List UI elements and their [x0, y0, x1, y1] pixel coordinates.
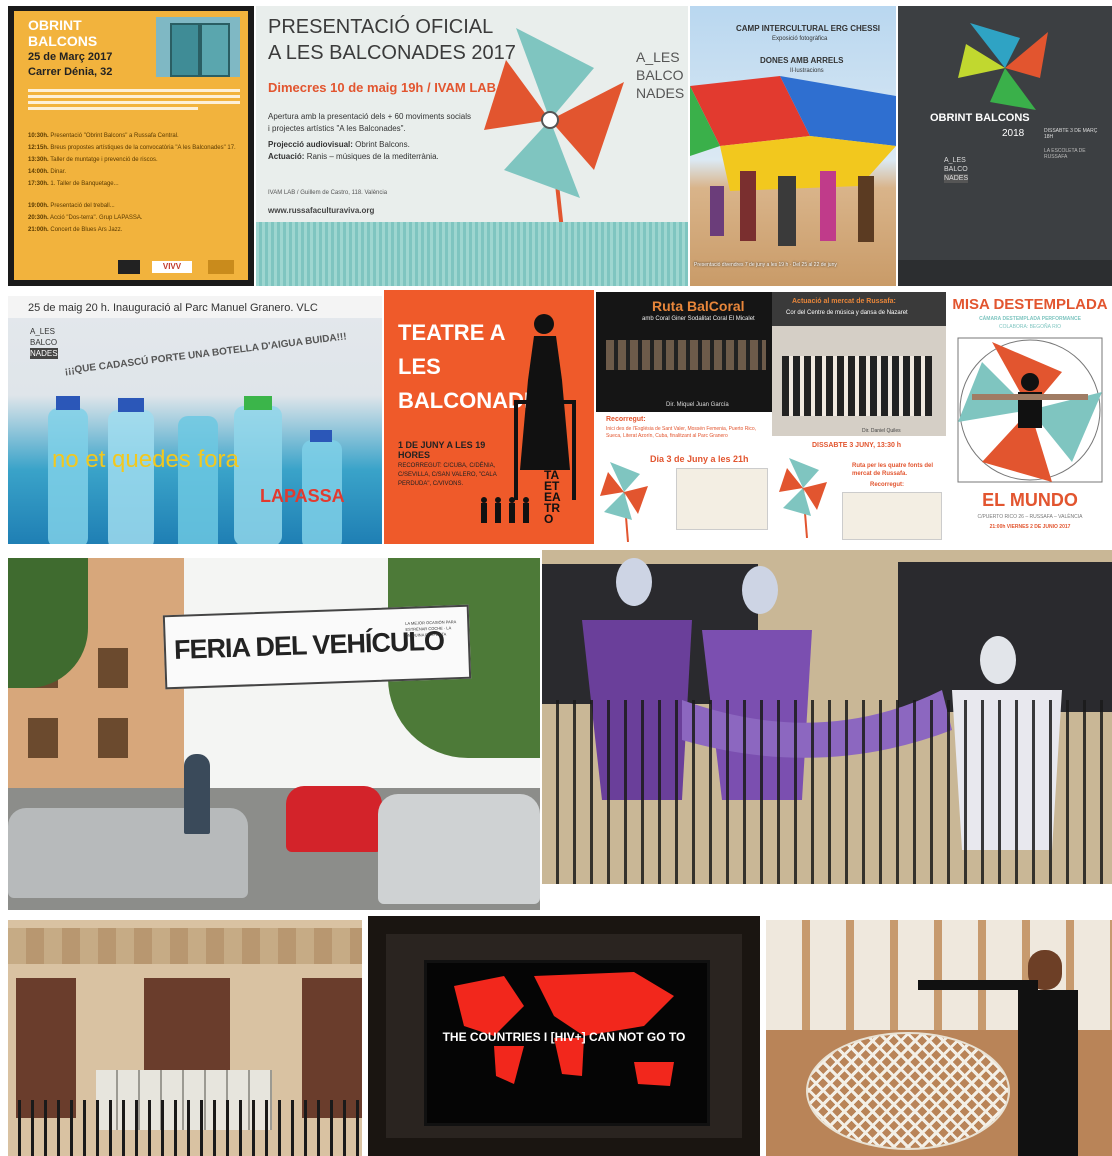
poster4-brand: A_LES BALCO NADES	[944, 157, 969, 183]
poster9-subtitle: CÁMARA DESTEMPLADA PERFORMANCE	[979, 316, 1081, 322]
window-frame	[368, 916, 760, 1156]
poster8-subtitle: Cor del Centre de música y dansa de Naza…	[786, 310, 908, 316]
railing	[8, 1100, 362, 1156]
poster-misa-destemplada: MISA DESTEMPLADA CÁMARA DESTEMPLADA PERF…	[948, 292, 1112, 544]
poster8-map	[842, 492, 942, 540]
poster9-date: 21:00h VIERNES 2 DE JUNIO 2017	[989, 524, 1071, 530]
photo-facade-tiles	[8, 920, 362, 1156]
poster1-title: OBRINT BALCONS	[28, 17, 98, 49]
poster9-address: C/PUERTO RICO 26 – RUSSAFA – VALÈNCIA	[977, 514, 1083, 520]
pedestrian	[184, 754, 210, 834]
poster4-place: LA ESCOLETA DE RUSSAFA	[1044, 148, 1086, 160]
car-silver-right	[378, 794, 540, 904]
poster8-date: DISSABTE 3 JUNY, 13:30 h	[812, 442, 902, 449]
poster5-big-text: no et quedes fora	[52, 446, 239, 473]
poster3-title2: DONES AMB ARRELS	[760, 56, 844, 65]
poster1-schedule: 10:30h. Presentació "Obrint Balcons" a R…	[28, 133, 236, 233]
poster8-director: Dir. Daniel Quiles	[862, 428, 901, 434]
window-right	[302, 978, 362, 1118]
pinwheel-icon	[484, 28, 624, 230]
banner-small: LA MEJOR OCASIÓN PARA ESTRENAR COCHE · L…	[405, 619, 457, 638]
poster3-footer: Presentació divendres 7 de juny a les 19…	[694, 262, 837, 268]
wrought-iron-railing	[542, 700, 1112, 884]
banner: FERIA DEL VEHÍCULO LA MEJOR OCASIÓN PARA…	[162, 604, 472, 690]
poster1-logos: VIVV	[118, 260, 238, 274]
poster2-projection: Projecció audiovisual: Obrint Balcons.	[268, 140, 410, 149]
poster-mercat-russafa: Actuació al mercat de Russafa: Cor del C…	[772, 292, 946, 544]
vitruvian-pinwheel	[957, 337, 1103, 483]
poster4-title: OBRINT BALCONS	[930, 112, 1030, 124]
poster-teatre: TEATRE A LES BALCONADES 1 DE JUNY A LES …	[384, 290, 594, 544]
poster2-title2: A LES BALCONADES 2017	[268, 42, 516, 64]
poster9-title: MISA DESTEMPLADA	[952, 296, 1108, 313]
photo-hiv-screen: THE COUNTRIES I [HIV+] CAN NOT GO TO	[368, 916, 760, 1156]
poster6-route: RECORREGUT: C/CUBA, C/DÉNIA, C/SEVILLA, …	[398, 463, 497, 487]
woman	[918, 950, 1098, 1156]
poster9-collab: COLABORA: BEGOÑA RIO	[999, 324, 1061, 330]
poster3-subtitle2: Il·lustracions	[790, 68, 824, 74]
poster8-photo	[772, 326, 946, 436]
poster1-body	[28, 86, 240, 126]
poster-camp-intercultural: CAMP INTERCULTURAL ERG CHESSI Exposició …	[690, 6, 896, 286]
poster-water-bottles: 25 de maig 20 h. Inauguració al Parc Man…	[8, 296, 382, 544]
poster7-map	[676, 468, 768, 530]
poster6-logo: TAETEATRO	[544, 468, 561, 526]
banner-text: FERIA DEL VEHÍCULO	[173, 625, 445, 665]
poster5-brand: A_LES BALCO NADES	[30, 327, 58, 359]
poster-obrint-balcons-2017: OBRINT BALCONS 25 de Març 2017 Carrer Dé…	[8, 6, 254, 286]
poster7-route: Inici des de l'Església de Sant Valer, M…	[606, 426, 757, 439]
poster-presentacio-oficial: PRESENTACIÓ OFICIAL A LES BALCONADES 201…	[256, 6, 688, 286]
poster7-route-label: Recorregut:	[606, 416, 646, 423]
poster2-date: Dimecres 10 de maig 19h / IVAM LAB	[268, 80, 497, 95]
poster7-subtitle: amb Coral Giner Sodalitat Coral El Mical…	[642, 316, 755, 322]
car-silver-left	[8, 808, 248, 898]
photo-balcony-figures	[542, 550, 1112, 884]
pinwheel-small-icon	[600, 462, 648, 542]
poster-ruta-balcoral: Ruta BalCoral amb Coral Giner Sodalitat …	[596, 292, 772, 544]
photo-wicker-sculpture	[766, 920, 1112, 1156]
poster8-route: Ruta per les quatre fonts del mercat de …	[852, 463, 934, 477]
poster9-bottom: EL MUNDO	[982, 490, 1078, 510]
poster2-venue: IVAM LAB / Guillem de Castro, 118. Valèn…	[268, 190, 388, 196]
poster8-route-label: Recorregut:	[870, 482, 905, 488]
poster4-year: 2018	[1002, 128, 1025, 139]
poster2-actuacio: Actuació: Ranis – músiques de la mediter…	[268, 152, 439, 161]
car-red	[286, 786, 382, 852]
people-silhouettes	[481, 497, 529, 523]
parachute-photo	[690, 76, 896, 246]
poster2-url: www.russafaculturaviva.org	[268, 206, 375, 215]
poster3-subtitle: Exposició fotogràfica	[772, 36, 828, 42]
colorful-pinwheel-icon	[958, 23, 1048, 110]
window-left	[16, 978, 76, 1118]
poster7-date: Dia 3 de Juny a les 21h	[650, 454, 749, 464]
poster1-date: 25 de Març 2017	[28, 51, 113, 63]
window-photo	[156, 17, 240, 77]
poster5-header: 25 de maig 20 h. Inauguració al Parc Man…	[28, 302, 318, 314]
poster4-logo-bar	[898, 260, 1112, 286]
poster2-body2: i projectes artístics "A les Balconades"…	[268, 124, 406, 133]
poster7-director: Dir. Miquel Juan García	[666, 402, 729, 408]
poster3-title: CAMP INTERCULTURAL ERG CHESSI	[736, 24, 881, 33]
poster1-address: Carrer Dénia, 32	[28, 66, 113, 78]
photo-feria-vehiculo: FERIA DEL VEHÍCULO LA MEJOR OCASIÓN PARA…	[8, 558, 540, 910]
poster2-title1: PRESENTACIÓ OFICIAL	[268, 16, 494, 38]
poster5-group: LAPASSA	[260, 486, 345, 506]
wicker-sculpture	[806, 1032, 1010, 1150]
poster2-body1: Apertura amb la presentació dels + 60 mo…	[268, 112, 471, 121]
poster2-brand: A_LES BALCO NADES	[636, 49, 685, 101]
poster8-title: Actuació al mercat de Russafa:	[792, 298, 896, 305]
poster5-slogan: ¡¡¡QUE CADASCÚ PORTE UNA BOTELLA D'AIGUA…	[64, 331, 348, 377]
poster4-info: DISSABTE 3 DE MARÇ 18H	[1044, 128, 1098, 140]
poster6-date: 1 DE JUNY A LES 19 HORES	[398, 440, 486, 460]
poster7-title: Ruta BalCoral	[652, 298, 745, 314]
poster2-pattern-strip	[256, 222, 688, 286]
ornament-band	[8, 928, 362, 964]
pinwheel-small-icon	[779, 458, 827, 538]
poster6-title: TEATRE A LES BALCONADES	[398, 320, 554, 413]
poster-obrint-balcons-2018: OBRINT BALCONS 2018 A_LES BALCO NADES DISS…	[898, 6, 1112, 286]
